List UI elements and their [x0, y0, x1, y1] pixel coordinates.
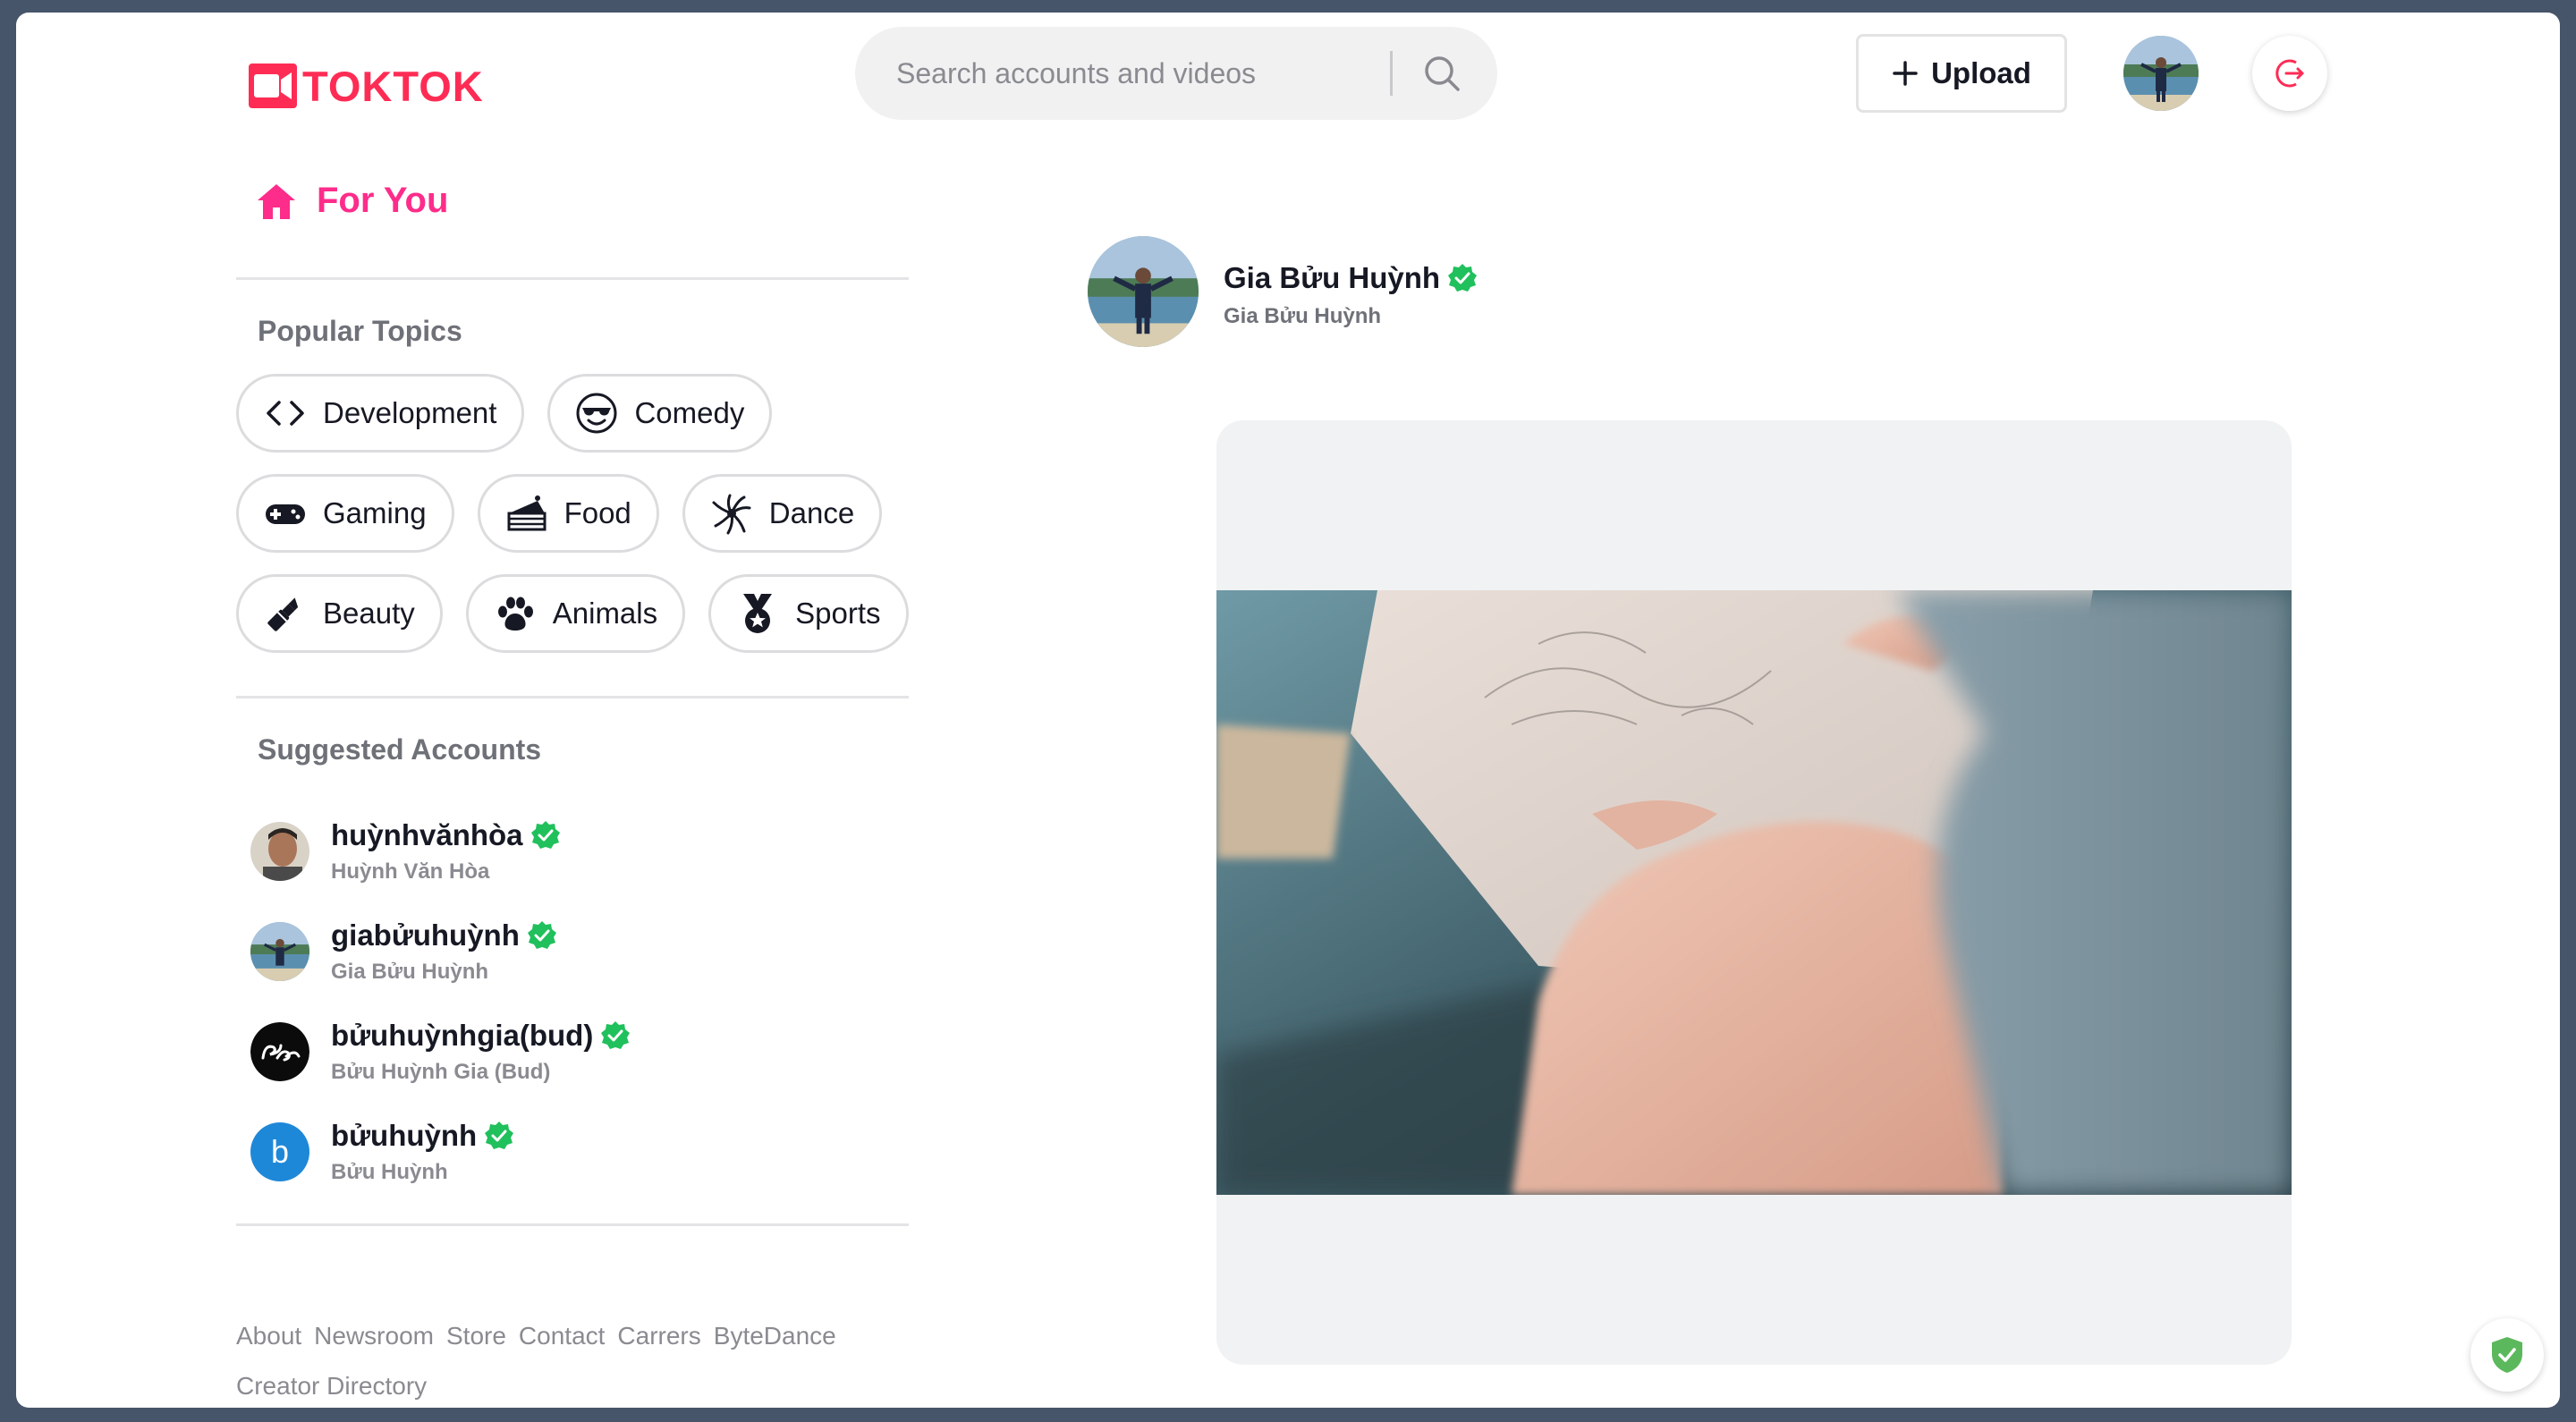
avatar	[250, 822, 309, 881]
avatar	[250, 1022, 309, 1081]
topic-label: Development	[323, 396, 497, 429]
nav-for-you[interactable]: For You	[256, 181, 448, 221]
post-author[interactable]: Gia Bửu Huỳnh Gia Bửu Huỳnh	[1224, 261, 1478, 329]
topic-animals[interactable]: Animals	[465, 574, 686, 653]
account-handle: bửuhuỳnh	[331, 1119, 478, 1152]
account-display-name: Bửu Huỳnh	[331, 1160, 448, 1184]
code-icon	[267, 401, 304, 426]
topic-beauty[interactable]: Beauty	[236, 574, 443, 653]
sidebar-divider	[236, 277, 909, 280]
user-photo	[2123, 36, 2199, 111]
topic-label: Food	[564, 496, 631, 529]
search-icon	[1425, 56, 1460, 91]
footer-link-creator-directory[interactable]: Creator Directory	[236, 1372, 427, 1400]
logo-text: TOKTOK	[302, 62, 484, 110]
logo[interactable]: TOKTOK	[249, 48, 484, 123]
paw-icon	[497, 597, 533, 631]
footer-link-bytedance[interactable]: ByteDance	[714, 1322, 836, 1350]
search-divider	[1390, 51, 1393, 96]
user-avatar[interactable]	[2123, 36, 2199, 111]
search-bar	[855, 27, 1497, 120]
upload-button[interactable]: Upload	[1856, 34, 2067, 113]
account-display-name: Gia Bửu Huỳnh	[331, 960, 489, 984]
suggested-accounts-list: huỳnhvănhòa Huỳnh Văn Hòa giabửuhuỳnh Gi…	[250, 801, 631, 1202]
shield-check-icon	[2492, 1337, 2522, 1373]
search-input[interactable]	[896, 56, 1379, 90]
topic-label: Animals	[552, 597, 658, 630]
app-window: TOKTOK Upload	[16, 13, 2560, 1408]
topic-label: Sports	[795, 597, 881, 630]
logout-button[interactable]	[2252, 36, 2327, 111]
sidebar-divider	[236, 1223, 909, 1226]
footer-link-store[interactable]: Store	[446, 1322, 506, 1350]
account-display-name: Bửu Huỳnh Gia (Bud)	[331, 1060, 551, 1084]
topic-gaming[interactable]: Gaming	[236, 474, 454, 553]
avatar-photo	[250, 822, 309, 881]
bud-logo-icon	[250, 1022, 309, 1081]
footer-link-carrers[interactable]: Carrers	[617, 1322, 700, 1350]
account-handle: huỳnhvănhòa	[331, 818, 523, 851]
topics-list: Development Comedy Gaming Food Dance Bea…	[236, 374, 916, 674]
topic-label: Dance	[768, 496, 855, 529]
sunglasses-face-icon	[576, 393, 617, 434]
topic-development[interactable]: Development	[236, 374, 525, 453]
search-button[interactable]	[1411, 42, 1473, 105]
avatar	[250, 922, 309, 981]
verified-badge-icon	[485, 1122, 514, 1149]
topic-dance[interactable]: Dance	[682, 474, 883, 553]
post-author-name: Gia Bửu Huỳnh	[1224, 304, 1382, 328]
logout-icon	[2275, 59, 2304, 88]
account-item[interactable]: giabửuhuỳnh Gia Bửu Huỳnh	[250, 901, 631, 1002]
account-item[interactable]: b bửuhuỳnh Bửu Huỳnh	[250, 1102, 631, 1202]
for-you-label: For You	[317, 181, 449, 220]
avatar-photo	[1088, 236, 1199, 347]
cake-icon	[507, 495, 547, 531]
lipstick-icon	[267, 597, 299, 631]
account-item[interactable]: huỳnhvănhòa Huỳnh Văn Hòa	[250, 801, 631, 901]
post-author-avatar[interactable]	[1088, 236, 1199, 347]
shield-check-button[interactable]	[2470, 1318, 2544, 1392]
footer-link-newsroom[interactable]: Newsroom	[314, 1322, 434, 1350]
account-handle: bửuhuỳnhgia(bud)	[331, 1019, 594, 1052]
footer-link-contact[interactable]: Contact	[519, 1322, 606, 1350]
sidebar-divider	[236, 696, 909, 698]
footer-links: About Newsroom Store Contact Carrers ByteDanc…	[236, 1311, 916, 1408]
verified-badge-icon	[1448, 264, 1478, 292]
avatar: b	[250, 1122, 309, 1181]
upload-label: Upload	[1931, 56, 2031, 89]
topic-label: Comedy	[634, 396, 745, 429]
home-icon	[258, 183, 295, 219]
topic-label: Gaming	[323, 496, 427, 529]
topic-label: Beauty	[323, 597, 415, 630]
avatar-photo	[250, 922, 309, 981]
account-handle: giabửuhuỳnh	[331, 918, 520, 952]
account-display-name: Huỳnh Văn Hòa	[331, 859, 490, 884]
footer-link-about[interactable]: About	[236, 1322, 301, 1350]
post-author-handle: Gia Bửu Huỳnh	[1224, 261, 1441, 294]
verified-badge-icon	[527, 921, 556, 949]
video-player[interactable]	[1216, 420, 2292, 1365]
dance-burst-icon	[712, 494, 751, 535]
plus-icon	[1893, 61, 1918, 86]
verified-badge-icon	[530, 821, 560, 849]
popular-topics-title: Popular Topics	[258, 315, 462, 347]
topic-food[interactable]: Food	[477, 474, 659, 553]
video-camera-icon	[249, 63, 297, 108]
medal-icon	[743, 594, 773, 633]
avatar-initial: b	[270, 1133, 290, 1170]
account-item[interactable]: bửuhuỳnhgia(bud) Bửu Huỳnh Gia (Bud)	[250, 1002, 631, 1102]
gamepad-icon	[266, 504, 305, 524]
topic-sports[interactable]: Sports	[708, 574, 909, 653]
video-frame	[1216, 590, 2292, 1195]
topic-comedy[interactable]: Comedy	[547, 374, 773, 453]
suggested-accounts-title: Suggested Accounts	[258, 733, 542, 766]
verified-badge-icon	[601, 1021, 631, 1049]
